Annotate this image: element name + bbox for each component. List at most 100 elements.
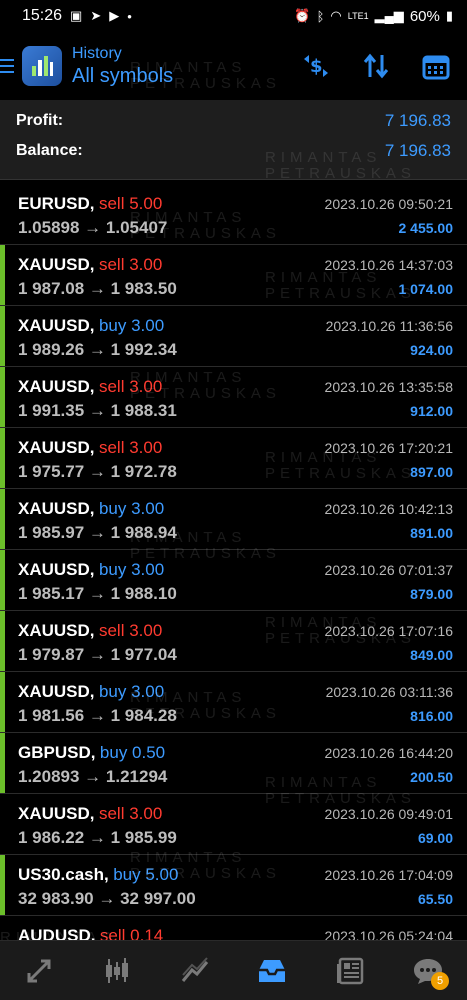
trade-prices: 1 986.22 → 1 985.99 — [18, 828, 177, 847]
trade-date: 2023.10.26 09:49:01 — [324, 806, 453, 822]
trade-symbol: XAUUSD, — [18, 499, 95, 518]
nav-trade-icon[interactable] — [172, 948, 218, 994]
alarm-icon: ⏰ — [294, 8, 311, 23]
trade-row[interactable]: GBPUSD, buy 0.50 2023.10.26 16:44:20 1.2… — [0, 733, 467, 794]
app-logo-icon — [22, 46, 62, 86]
trade-row[interactable]: XAUUSD, sell 3.00 2023.10.26 09:49:01 1 … — [0, 794, 467, 855]
trade-prices: 1 979.87 → 1 977.04 — [18, 645, 177, 664]
trade-prices: 1 989.26 → 1 992.34 — [18, 340, 177, 359]
trade-symbol: XAUUSD, — [18, 438, 95, 457]
trade-side: buy 5.00 — [113, 865, 179, 884]
trade-side: buy 3.00 — [98, 316, 165, 335]
trade-prices: 1 987.08 → 1 983.50 — [18, 279, 177, 298]
trade-date: 2023.10.26 11:36:56 — [325, 318, 453, 334]
trade-row[interactable]: XAUUSD, sell 3.00 2023.10.26 17:07:16 1 … — [0, 611, 467, 672]
trade-row[interactable]: XAUUSD, buy 3.00 2023.10.26 07:01:37 1 9… — [0, 550, 467, 611]
trade-date: 2023.10.26 10:42:13 — [324, 501, 453, 517]
messages-badge: 5 — [431, 971, 450, 990]
nav-messages-icon[interactable]: 5 — [405, 948, 451, 994]
calendar-icon[interactable] — [419, 49, 453, 83]
trade-symbol: US30.cash, — [18, 865, 109, 884]
trade-profit: 65.50 — [417, 891, 453, 907]
trade-date: 2023.10.26 17:20:21 — [324, 440, 453, 456]
trade-row[interactable]: XAUUSD, buy 3.00 2023.10.26 03:11:36 1 9… — [0, 672, 467, 733]
nav-history-icon[interactable] — [249, 948, 295, 994]
trade-side: buy 0.50 — [99, 743, 166, 762]
trade-history-list[interactable]: EURUSD, sell 5.00 2023.10.26 09:50:21 1.… — [0, 184, 467, 940]
gallery-icon: ▣ — [70, 8, 83, 23]
trade-prices: 1.20893 → 1.21294 — [18, 767, 168, 786]
trade-date: 2023.10.26 17:07:16 — [324, 623, 453, 639]
row-accent-bar — [0, 733, 5, 793]
row-accent-bar — [0, 550, 5, 610]
header-title[interactable]: All symbols — [72, 65, 299, 88]
row-accent-bar — [0, 306, 5, 366]
signal-icon: ▂▄▆ — [374, 8, 404, 23]
status-bar: 15:26 ▣ ➤ ▶ • ⏰ ᛒ ◠ LTE1 ▂▄▆ 60% ▮ — [0, 0, 467, 32]
trade-symbol: XAUUSD, — [18, 682, 95, 701]
trade-row[interactable]: XAUUSD, sell 3.00 2023.10.26 14:37:03 1 … — [0, 245, 467, 306]
trade-row[interactable]: XAUUSD, sell 3.00 2023.10.26 13:35:58 1 … — [0, 367, 467, 428]
bluetooth-icon: ᛒ — [316, 8, 325, 24]
row-accent-bar — [0, 855, 5, 915]
svg-text:$: $ — [310, 56, 323, 77]
trade-profit: 891.00 — [410, 525, 453, 541]
trade-date: 2023.10.26 16:44:20 — [324, 745, 453, 761]
trade-row[interactable]: US30.cash, buy 5.00 2023.10.26 17:04:09 … — [0, 855, 467, 916]
sort-icon[interactable] — [359, 49, 393, 83]
trade-row[interactable]: AUDUSD, sell 0.14 2023.10.26 05:24:04 — [0, 916, 467, 940]
trade-prices: 1 985.97 → 1 988.94 — [18, 523, 177, 542]
header-subtitle: History — [72, 44, 122, 62]
trade-symbol: XAUUSD, — [18, 377, 95, 396]
balance-value: 7 196.83 — [384, 141, 451, 160]
trade-side: sell 3.00 — [98, 255, 163, 274]
battery-icon: ▮ — [445, 8, 453, 23]
trade-side: buy 3.00 — [98, 499, 165, 518]
trade-date: 2023.10.26 17:04:09 — [324, 867, 453, 883]
trade-prices: 1 991.35 → 1 988.31 — [18, 401, 177, 420]
account-summary: Profit: 7 196.83 Balance: 7 196.83 — [0, 100, 467, 180]
profit-label: Profit: — [16, 112, 64, 129]
trade-symbol: AUDUSD, — [18, 926, 96, 940]
trade-prices: 32 983.90 → 32 997.00 — [18, 889, 196, 908]
trade-profit: 1 074.00 — [398, 281, 454, 297]
trade-symbol: XAUUSD, — [18, 621, 95, 640]
deposit-withdrawal-icon[interactable]: $ — [299, 49, 333, 83]
trade-side: sell 3.00 — [98, 377, 163, 396]
row-accent-bar — [0, 428, 5, 488]
trade-prices: 1 975.77 → 1 972.78 — [18, 462, 177, 481]
trade-side: buy 3.00 — [98, 682, 165, 701]
nav-quotes-icon[interactable] — [16, 948, 62, 994]
trade-date: 2023.10.26 14:37:03 — [324, 257, 453, 273]
trade-prices: 1 981.56 → 1 984.28 — [18, 706, 177, 725]
row-accent-bar — [0, 672, 5, 732]
trade-profit: 200.50 — [410, 769, 453, 785]
trade-prices: 1.05898 → 1.05407 — [18, 218, 168, 237]
trade-prices: 1 985.17 → 1 988.10 — [18, 584, 177, 603]
battery-percent: 60% — [409, 7, 440, 25]
status-time: 15:26 — [22, 7, 63, 24]
bottom-nav: 5 — [0, 940, 467, 1000]
trade-row[interactable]: XAUUSD, buy 3.00 2023.10.26 11:36:56 1 9… — [0, 306, 467, 367]
trade-row[interactable]: XAUUSD, buy 3.00 2023.10.26 10:42:13 1 9… — [0, 489, 467, 550]
trade-symbol: XAUUSD, — [18, 560, 95, 579]
trade-symbol: XAUUSD, — [18, 255, 95, 274]
trade-date: 2023.10.26 03:11:36 — [325, 684, 453, 700]
trade-symbol: XAUUSD, — [18, 804, 95, 823]
trade-profit: 924.00 — [410, 342, 453, 358]
trade-side: buy 3.00 — [98, 560, 165, 579]
trade-symbol: EURUSD, — [18, 194, 95, 213]
network-label: LTE1 — [347, 11, 369, 21]
menu-icon[interactable] — [0, 59, 14, 73]
nav-news-icon[interactable] — [327, 948, 373, 994]
trade-profit: 69.00 — [417, 830, 453, 846]
trade-row[interactable]: EURUSD, sell 5.00 2023.10.26 09:50:21 1.… — [0, 184, 467, 245]
balance-label: Balance: — [16, 142, 83, 159]
trade-date: 2023.10.26 05:24:04 — [324, 928, 453, 940]
nav-chart-icon[interactable] — [94, 948, 140, 994]
row-accent-bar — [0, 489, 5, 549]
trade-profit: 897.00 — [410, 464, 453, 480]
trade-row[interactable]: XAUUSD, sell 3.00 2023.10.26 17:20:21 1 … — [0, 428, 467, 489]
app-header: History All symbols $ — [0, 32, 467, 100]
profit-value: 7 196.83 — [384, 111, 451, 130]
